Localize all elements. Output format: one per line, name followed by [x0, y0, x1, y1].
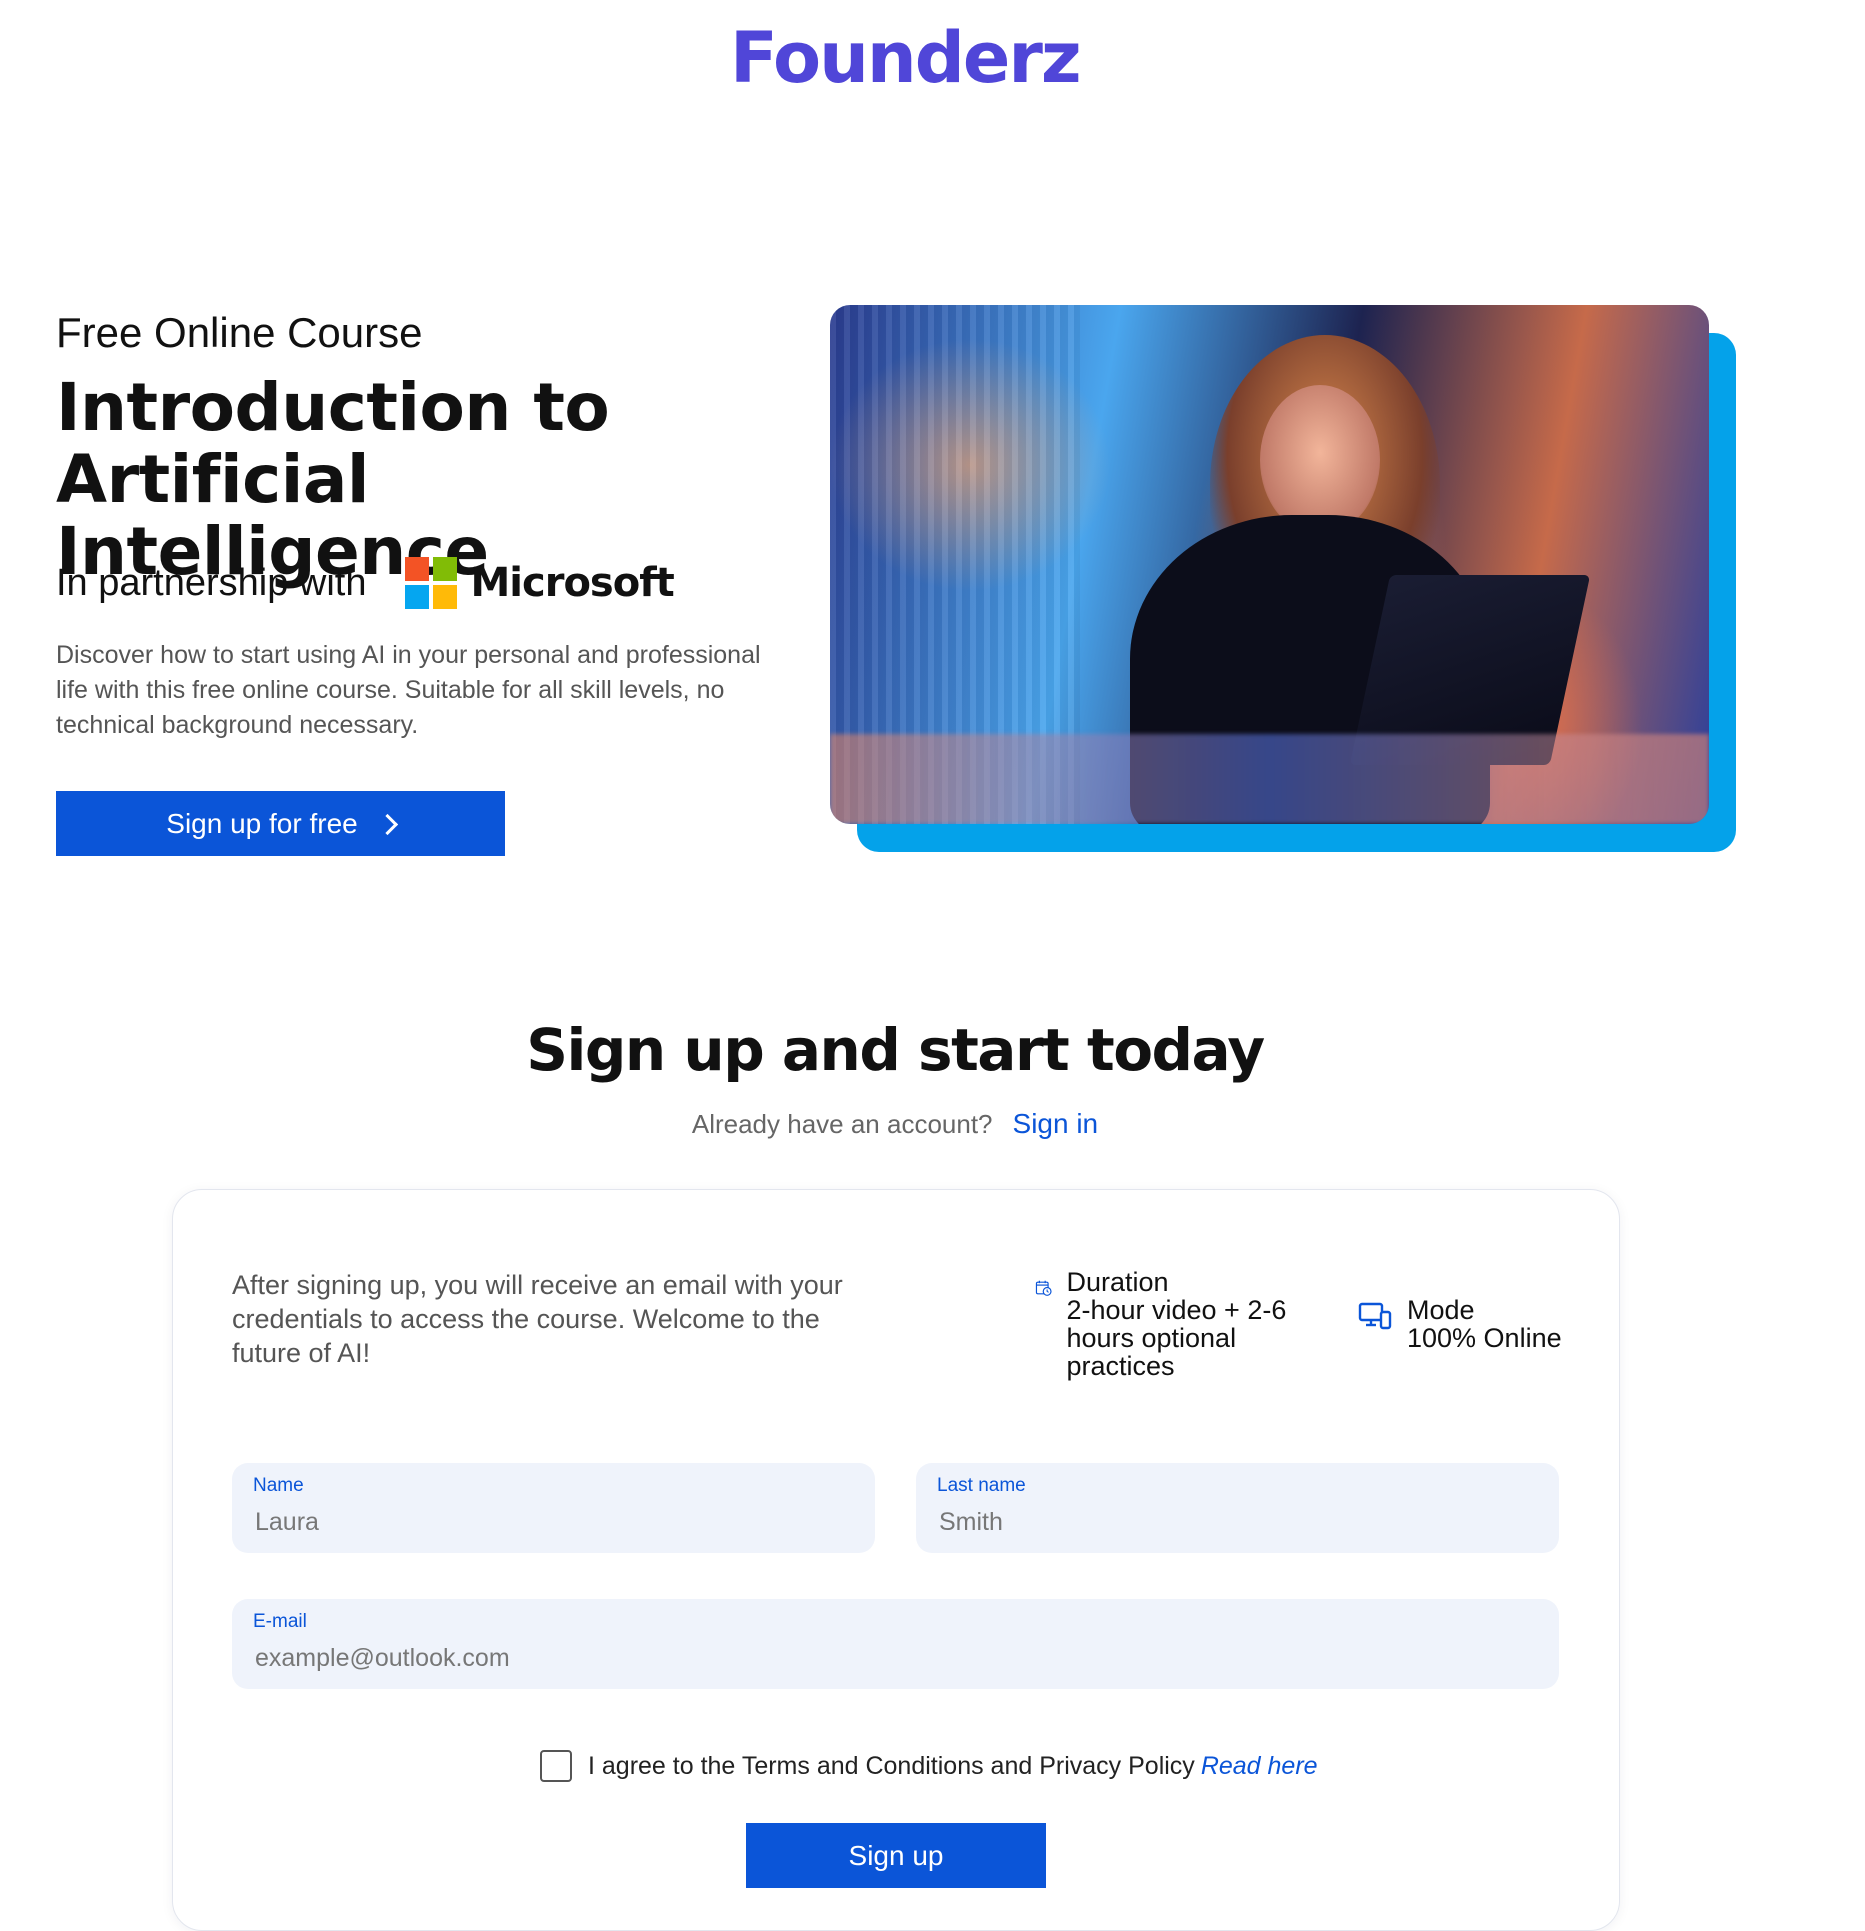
last-name-label: Last name: [937, 1475, 1026, 1496]
partner-name: Microsoft: [470, 560, 675, 606]
microsoft-logo-icon: [404, 557, 457, 609]
terms-checkbox[interactable]: [540, 1750, 572, 1782]
name-label: Name: [253, 1475, 304, 1496]
duration-label: Duration: [1066, 1267, 1169, 1297]
devices-icon: [1358, 1302, 1392, 1330]
duration-info: Duration 2-hour video + 2-6 hours option…: [1035, 1268, 1315, 1380]
terms-text: I agree to the Terms and Conditions and …: [588, 1751, 1195, 1780]
calendar-clock-icon: [1035, 1280, 1052, 1296]
sign-up-free-button[interactable]: Sign up for free: [56, 791, 505, 856]
logo-text: Founderz: [730, 17, 1082, 99]
mode-info: Mode 100% Online: [1357, 1296, 1587, 1352]
mode-label: Mode: [1407, 1295, 1475, 1325]
course-title-line1: Introduction to: [56, 369, 610, 446]
sign-in-link[interactable]: Sign in: [1013, 1108, 1099, 1140]
signup-card-description: After signing up, you will receive an em…: [232, 1270, 843, 1368]
name-field: Name: [232, 1463, 875, 1553]
name-input[interactable]: [253, 1507, 836, 1538]
duration-value: 2-hour video + 2-6 hours optional practi…: [1066, 1295, 1287, 1381]
account-question: Already have an account?: [691, 1109, 993, 1139]
partnership-row: In partnership with Microsoft: [56, 552, 675, 614]
account-row: Already have an account? Sign in: [0, 1108, 1790, 1140]
sign-up-label: Sign up: [848, 1839, 944, 1871]
signup-section-title: Sign up and start today: [526, 1016, 1265, 1084]
founderz-logo[interactable]: Founderz: [730, 17, 1082, 99]
last-name-field: Last name: [916, 1463, 1559, 1553]
read-here-link[interactable]: Read here: [1201, 1752, 1318, 1781]
email-label: E-mail: [253, 1611, 307, 1632]
mode-value: 100% Online: [1407, 1323, 1562, 1353]
terms-agreement: I agree to the Terms and Conditions and …: [540, 1750, 1318, 1782]
chevron-right-icon: [376, 813, 398, 836]
email-field: E-mail: [232, 1599, 1559, 1689]
sign-up-free-label: Sign up for free: [166, 807, 358, 839]
partnership-label: In partnership with: [56, 561, 367, 604]
course-description: Discover how to start using AI in your p…: [56, 641, 761, 739]
course-eyebrow: Free Online Course: [56, 309, 423, 356]
last-name-input[interactable]: [937, 1507, 1520, 1538]
sign-up-button[interactable]: Sign up: [746, 1823, 1046, 1888]
hero-image: [830, 305, 1709, 824]
email-input[interactable]: [253, 1643, 1452, 1674]
